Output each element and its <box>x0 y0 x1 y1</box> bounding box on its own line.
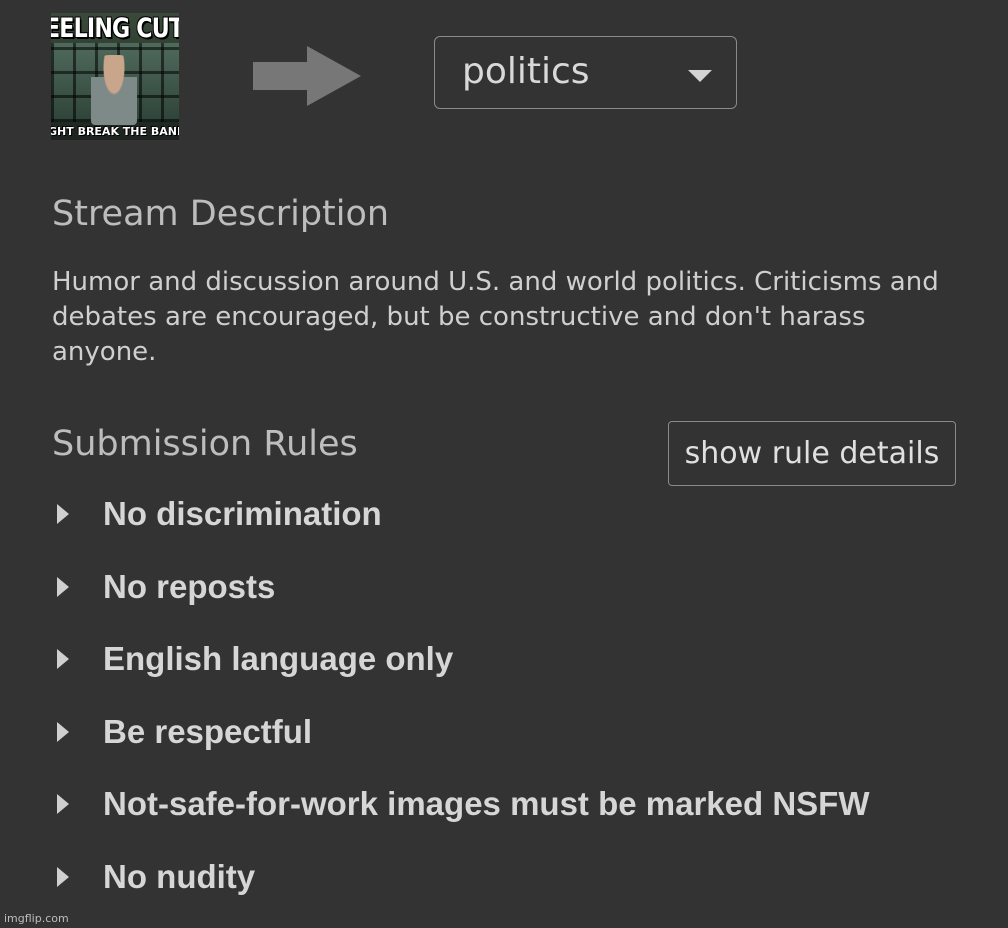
caret-down-icon <box>688 70 712 82</box>
submission-rules-title: Submission Rules <box>52 424 358 464</box>
rule-label: English language only <box>103 640 454 678</box>
rule-item-nsfw-marked[interactable]: Not-safe-for-work images must be marked … <box>52 768 869 841</box>
rule-label: No nudity <box>103 857 256 895</box>
rule-label: Be respectful <box>103 712 313 750</box>
rule-item-no-nudity[interactable]: No nudity <box>52 841 869 914</box>
man-figure <box>91 55 137 125</box>
caret-right-icon[interactable] <box>57 866 69 887</box>
meme-top-text: EELING CUT <box>51 13 179 44</box>
caret-right-icon[interactable] <box>57 721 69 742</box>
rule-item-no-reposts[interactable]: No reposts <box>52 551 869 624</box>
stream-description-text: Humor and discussion around U.S. and wor… <box>52 267 939 367</box>
stream-select-dropdown[interactable]: politics <box>434 36 737 109</box>
rule-item-be-respectful[interactable]: Be respectful <box>52 696 869 769</box>
caret-right-icon[interactable] <box>57 649 69 670</box>
rule-label: Not-safe-for-work images must be marked … <box>103 785 870 823</box>
rule-item-no-discrimination[interactable]: No discrimination <box>52 478 869 551</box>
meme-thumbnail[interactable]: EELING CUT GHT BREAK THE BANK LA <box>51 13 179 140</box>
rule-label: No reposts <box>103 567 276 605</box>
stream-select-value: politics <box>462 51 590 92</box>
rules-list: No discrimination No reposts English lan… <box>52 478 869 913</box>
caret-right-icon[interactable] <box>57 504 69 525</box>
right-arrow-icon <box>253 46 361 106</box>
rule-item-english-only[interactable]: English language only <box>52 623 869 696</box>
imgflip-watermark: imgflip.com <box>4 912 69 925</box>
caret-right-icon[interactable] <box>57 576 69 597</box>
show-rule-details-button[interactable]: show rule details <box>668 421 956 486</box>
caret-right-icon[interactable] <box>57 794 69 815</box>
rule-label: No discrimination <box>103 495 382 533</box>
meme-bottom-text: GHT BREAK THE BANK LA <box>51 125 179 138</box>
stream-description-title: Stream Description <box>52 194 390 234</box>
